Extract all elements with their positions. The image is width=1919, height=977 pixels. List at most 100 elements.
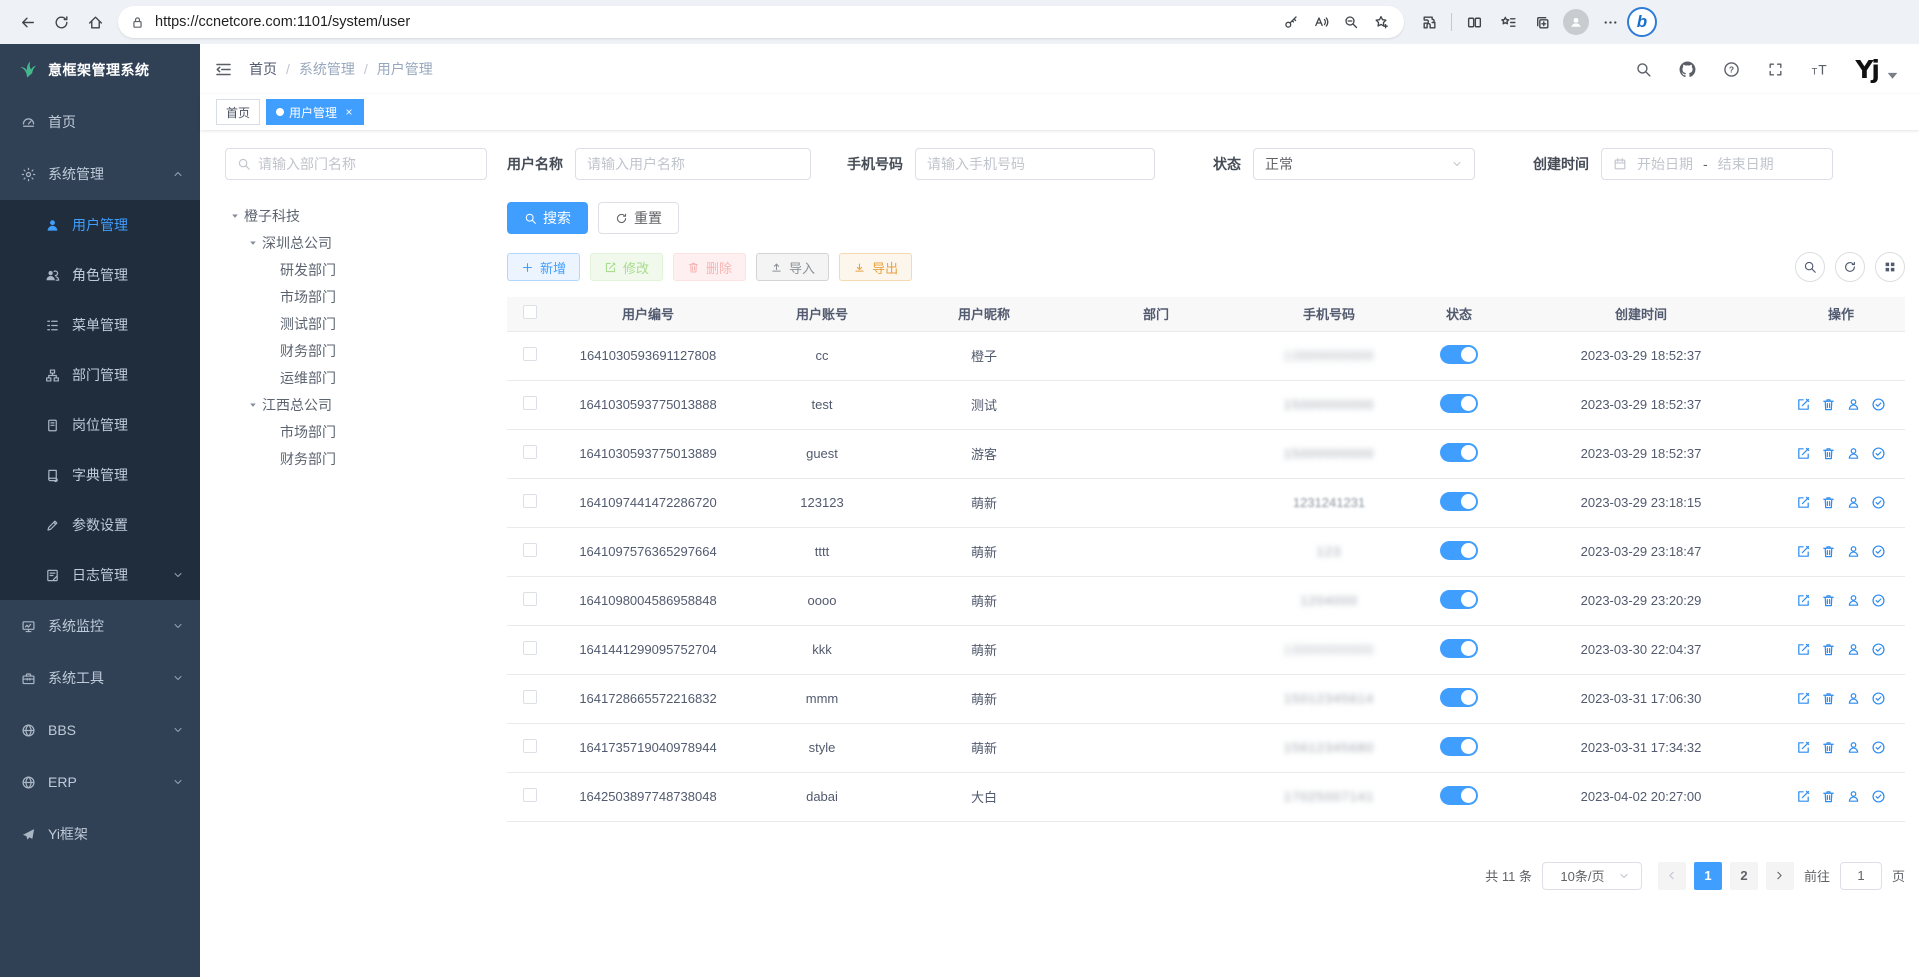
tree-node-市场部门[interactable]: 市场部门	[225, 418, 487, 445]
trash-icon[interactable]	[1821, 691, 1836, 706]
tree-node-橙子科技[interactable]: 橙子科技	[225, 202, 487, 229]
next-page-button[interactable]	[1766, 862, 1794, 890]
sidebar-item-ERP[interactable]: ERP	[0, 756, 200, 808]
read-aloud-button[interactable]	[1306, 7, 1336, 37]
status-toggle[interactable]	[1440, 590, 1478, 609]
favorite-add-button[interactable]	[1366, 7, 1396, 37]
tree-node-财务部门[interactable]: 财务部门	[225, 337, 487, 364]
check-circle-icon[interactable]	[1871, 691, 1886, 706]
date-range-picker[interactable]: 开始日期 - 结束日期	[1601, 148, 1833, 180]
check-circle-icon[interactable]	[1871, 789, 1886, 804]
tree-node-测试部门[interactable]: 测试部门	[225, 310, 487, 337]
row-checkbox[interactable]	[523, 445, 537, 459]
help-icon[interactable]: ?	[1723, 61, 1740, 78]
trash-icon[interactable]	[1821, 397, 1836, 412]
refresh-table-button[interactable]	[1835, 252, 1865, 282]
collections-button[interactable]	[1525, 5, 1559, 39]
status-toggle[interactable]	[1440, 345, 1478, 364]
browser-refresh-button[interactable]	[44, 5, 78, 39]
edit-square-icon[interactable]	[1796, 544, 1811, 559]
sidebar-item-角色管理[interactable]: 角色管理	[0, 250, 200, 300]
tab-首页[interactable]: 首页	[216, 99, 260, 125]
breadcrumb-item[interactable]: 系统管理	[299, 59, 355, 79]
page-button-1[interactable]: 1	[1694, 862, 1722, 890]
tree-node-市场部门[interactable]: 市场部门	[225, 283, 487, 310]
person-icon[interactable]	[1846, 397, 1861, 412]
status-toggle[interactable]	[1440, 737, 1478, 756]
username-input[interactable]: 请输入用户名称	[575, 148, 811, 180]
person-icon[interactable]	[1846, 740, 1861, 755]
edit-square-icon[interactable]	[1796, 691, 1811, 706]
status-toggle[interactable]	[1440, 492, 1478, 511]
tree-node-财务部门[interactable]: 财务部门	[225, 445, 487, 472]
sidebar-toggle-icon[interactable]	[214, 60, 233, 79]
browser-home-button[interactable]	[78, 5, 112, 39]
person-icon[interactable]	[1846, 544, 1861, 559]
person-icon[interactable]	[1846, 495, 1861, 510]
row-checkbox[interactable]	[523, 494, 537, 508]
edit-square-icon[interactable]	[1796, 740, 1811, 755]
status-toggle[interactable]	[1440, 394, 1478, 413]
person-icon[interactable]	[1846, 691, 1861, 706]
sidebar-item-参数设置[interactable]: 参数设置	[0, 500, 200, 550]
row-checkbox[interactable]	[523, 641, 537, 655]
select-all-checkbox[interactable]	[523, 305, 537, 319]
status-toggle[interactable]	[1440, 786, 1478, 805]
check-circle-icon[interactable]	[1871, 446, 1886, 461]
zoom-out-button[interactable]	[1336, 7, 1366, 37]
fullscreen-icon[interactable]	[1767, 61, 1784, 78]
tree-node-江西总公司[interactable]: 江西总公司	[225, 391, 487, 418]
edit-square-icon[interactable]	[1796, 593, 1811, 608]
row-checkbox[interactable]	[523, 690, 537, 704]
status-toggle[interactable]	[1440, 443, 1478, 462]
page-button-2[interactable]: 2	[1730, 862, 1758, 890]
github-icon[interactable]	[1679, 61, 1696, 78]
show-search-button[interactable]	[1795, 252, 1825, 282]
breadcrumb-item[interactable]: 首页	[249, 59, 277, 79]
reset-button[interactable]: 重置	[598, 202, 679, 234]
copilot-button[interactable]: b	[1627, 7, 1657, 37]
sidebar-item-字典管理[interactable]: 字典管理	[0, 450, 200, 500]
check-circle-icon[interactable]	[1871, 740, 1886, 755]
prev-page-button[interactable]	[1658, 862, 1686, 890]
browser-more-button[interactable]	[1593, 5, 1627, 39]
browser-back-button[interactable]	[10, 5, 44, 39]
status-toggle[interactable]	[1440, 541, 1478, 560]
favorites-bar-button[interactable]	[1491, 5, 1525, 39]
add-button[interactable]: 新增	[507, 253, 580, 281]
sidebar-item-用户管理[interactable]: 用户管理	[0, 200, 200, 250]
tree-node-深圳总公司[interactable]: 深圳总公司	[225, 229, 487, 256]
font-size-icon[interactable]: TT	[1811, 61, 1828, 78]
header-search-icon[interactable]	[1635, 61, 1652, 78]
person-icon[interactable]	[1846, 593, 1861, 608]
sidebar-logo[interactable]: 意框架管理系统	[0, 44, 200, 96]
browser-profile-button[interactable]	[1559, 5, 1593, 39]
sidebar-item-系统监控[interactable]: 系统监控	[0, 600, 200, 652]
status-select[interactable]: 正常	[1253, 148, 1475, 180]
trash-icon[interactable]	[1821, 789, 1836, 804]
column-settings-button[interactable]	[1875, 252, 1905, 282]
tree-node-运维部门[interactable]: 运维部门	[225, 364, 487, 391]
goto-page-input[interactable]	[1840, 862, 1882, 890]
row-checkbox[interactable]	[523, 396, 537, 410]
check-circle-icon[interactable]	[1871, 397, 1886, 412]
import-button[interactable]: 导入	[756, 253, 829, 281]
sidebar-item-BBS[interactable]: BBS	[0, 704, 200, 756]
trash-icon[interactable]	[1821, 495, 1836, 510]
user-menu[interactable]: Yj	[1855, 55, 1901, 84]
check-circle-icon[interactable]	[1871, 593, 1886, 608]
page-size-select[interactable]: 10条/页	[1542, 862, 1642, 890]
phone-input[interactable]: 请输入手机号码	[915, 148, 1155, 180]
row-checkbox[interactable]	[523, 592, 537, 606]
row-checkbox[interactable]	[523, 347, 537, 361]
edit-square-icon[interactable]	[1796, 397, 1811, 412]
edit-square-icon[interactable]	[1796, 642, 1811, 657]
sidebar-item-岗位管理[interactable]: 岗位管理	[0, 400, 200, 450]
search-button[interactable]: 搜索	[507, 202, 588, 234]
sidebar-item-日志管理[interactable]: 日志管理	[0, 550, 200, 600]
dept-search-input[interactable]: 请输入部门名称	[225, 148, 487, 180]
tree-node-研发部门[interactable]: 研发部门	[225, 256, 487, 283]
sidebar-item-部门管理[interactable]: 部门管理	[0, 350, 200, 400]
export-button[interactable]: 导出	[839, 253, 912, 281]
trash-icon[interactable]	[1821, 642, 1836, 657]
